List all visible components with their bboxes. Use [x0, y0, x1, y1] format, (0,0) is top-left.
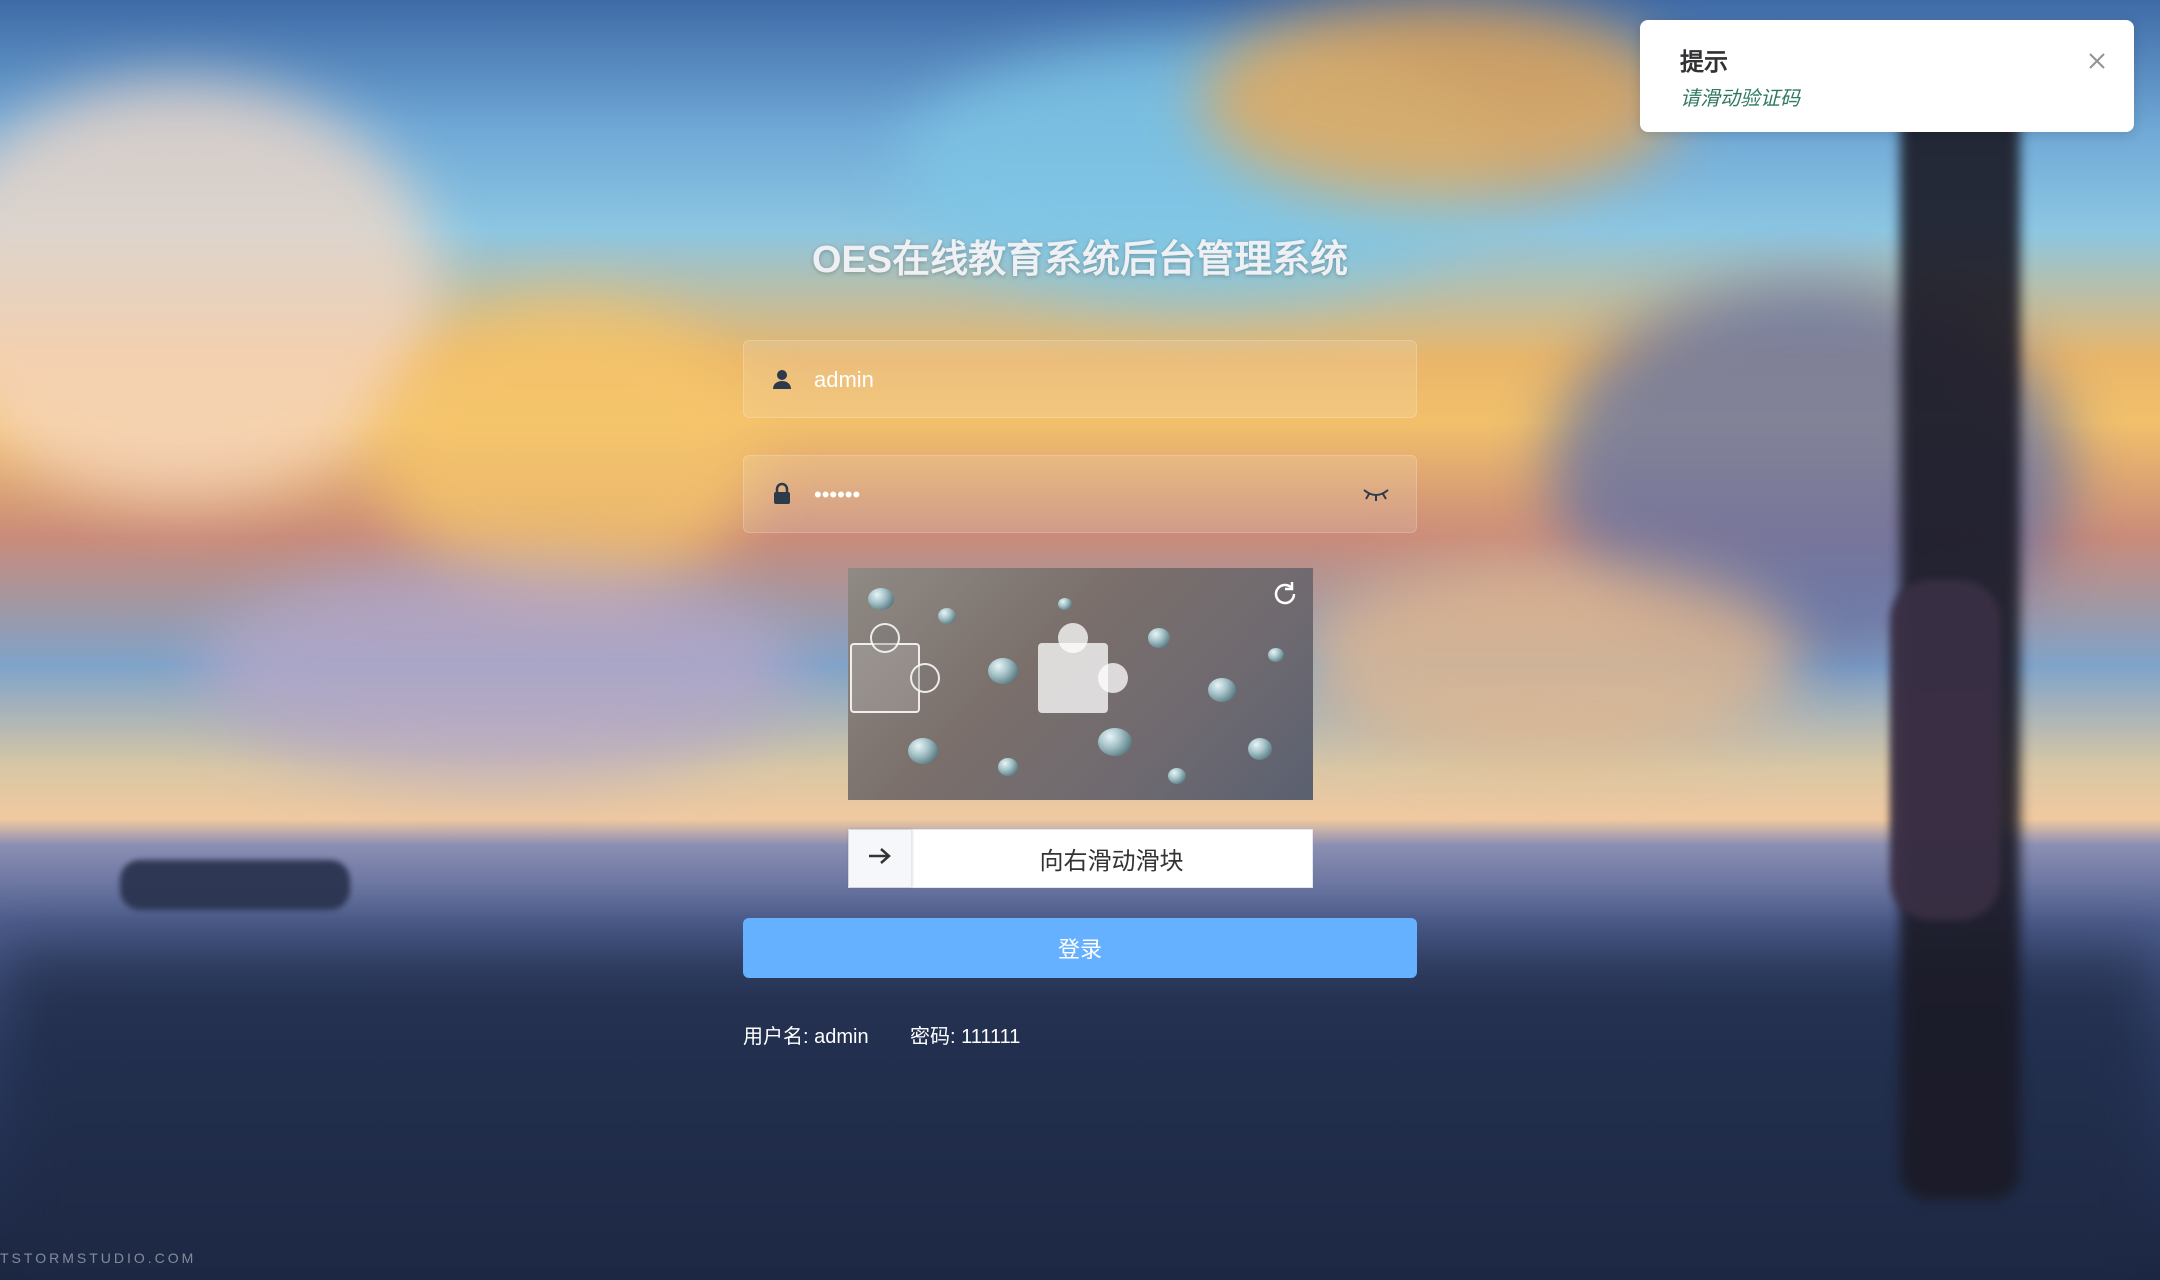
puzzle-piece[interactable] — [850, 623, 940, 713]
lock-icon — [766, 478, 798, 510]
user-icon — [766, 363, 798, 395]
slider-text: 向右滑动滑块 — [1039, 848, 1184, 875]
password-field[interactable] — [743, 455, 1417, 534]
notification-message: 请滑动验证码 — [1680, 88, 1800, 110]
captcha-slider[interactable]: 向右滑动滑块 — [848, 829, 1313, 888]
arrow-right-icon — [867, 846, 893, 871]
slider-handle[interactable] — [849, 830, 912, 887]
notification-toast: 提示 请滑动验证码 — [1640, 20, 2134, 132]
close-icon[interactable] — [2084, 48, 2110, 74]
username-hint: 用户名: admin — [743, 1026, 869, 1048]
username-input[interactable] — [812, 341, 1336, 419]
password-hint: 密码: 111111 — [910, 1026, 1021, 1048]
login-button[interactable]: 登录 — [743, 918, 1417, 978]
username-field[interactable] — [743, 340, 1417, 419]
watermark-text: TSTORMSTUDIO.COM — [0, 1250, 197, 1266]
notification-title: 提示 — [1680, 49, 1728, 76]
eye-closed-icon[interactable] — [1360, 480, 1392, 508]
refresh-icon[interactable] — [1267, 576, 1303, 612]
captcha-image — [848, 568, 1313, 800]
puzzle-target-slot — [1038, 623, 1128, 713]
page-title: OES在线教育系统后台管理系统 — [811, 239, 1349, 281]
password-input[interactable] — [812, 456, 1336, 534]
